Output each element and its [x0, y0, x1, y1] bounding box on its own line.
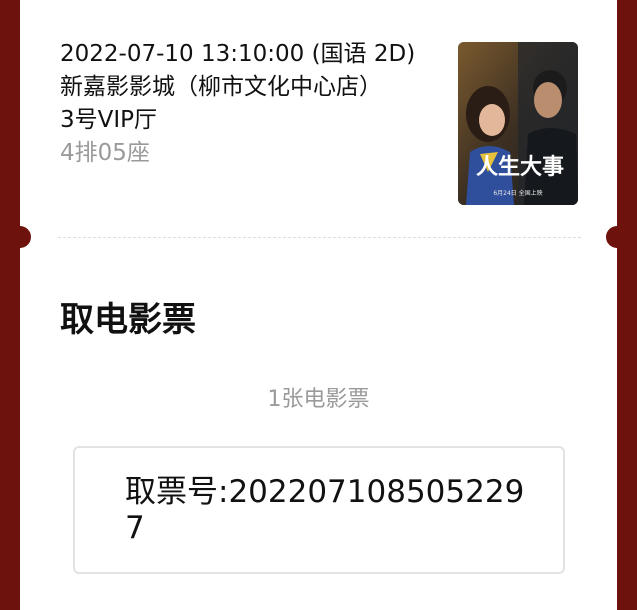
pickup-code: 取票号:2022071085052297 [125, 474, 525, 546]
ticket-notch-left [9, 226, 31, 248]
hall-name: 3号VIP厅 [60, 107, 158, 133]
pickup-section-title: 取电影票 [60, 300, 196, 340]
movie-poster-image: 人生大事 6月24日 全国上映 [458, 42, 578, 205]
ticket-count: 1张电影票 [267, 387, 370, 412]
poster-title-art: 人生大事 [476, 154, 564, 180]
pickup-code-box[interactable]: 取票号:2022071085052297 [73, 446, 565, 574]
ticket-card: 2022-07-10 13:10:00 (国语 2D) 新嘉影影城（柳市文化中心… [9, 0, 628, 610]
seat-info: 4排05座 [60, 140, 150, 166]
dashed-divider [58, 237, 581, 238]
show-datetime: 2022-07-10 13:10:00 (国语 2D) [60, 41, 416, 67]
show-info: 2022-07-10 13:10:00 (国语 2D) 新嘉影影城（柳市文化中心… [60, 38, 415, 170]
cinema-name: 新嘉影影城（柳市文化中心店） [60, 74, 382, 100]
ticket-notch-right [606, 226, 628, 248]
movie-poster[interactable]: 人生大事 6月24日 全国上映 [458, 42, 578, 205]
poster-release-note: 6月24日 全国上映 [493, 189, 542, 197]
